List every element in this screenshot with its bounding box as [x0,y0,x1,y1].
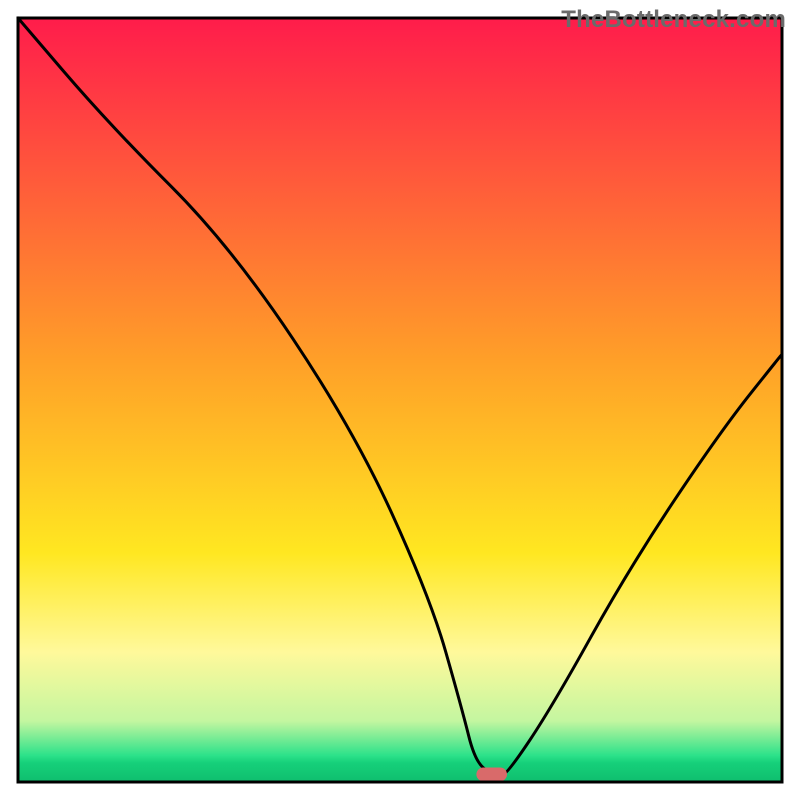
chart-svg [0,0,800,800]
optimal-marker [476,768,507,782]
watermark-text: TheBottleneck.com [561,6,786,34]
bottleneck-chart: TheBottleneck.com [0,0,800,800]
chart-background [18,18,782,782]
